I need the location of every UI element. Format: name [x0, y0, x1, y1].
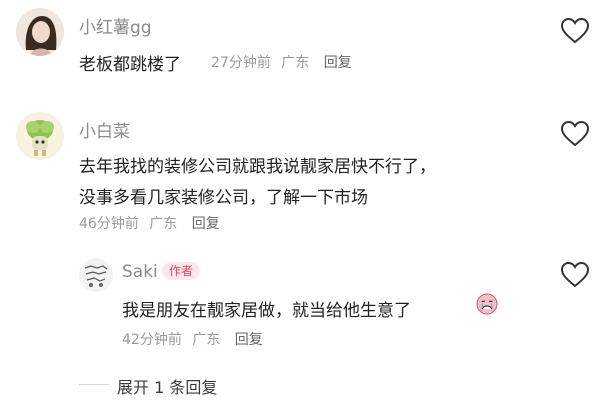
sketch-doodle-avatar-icon: [79, 258, 113, 292]
comment-text-line-2: 没事多看几家装修公司，了解一下市场: [79, 188, 368, 208]
cabbage-cartoon-avatar-icon: [16, 112, 64, 160]
comment-time: 27分钟前: [211, 55, 271, 71]
comment-location: 广东: [281, 55, 310, 71]
comment-text-line-1: 去年我找的装修公司就跟我说靓家居快不行了，: [79, 157, 436, 177]
like-heart-icon[interactable]: [561, 18, 589, 44]
comment-username[interactable]: 小白菜: [79, 117, 130, 142]
like-heart-icon[interactable]: [561, 262, 589, 288]
crying-face-emoji-icon: [476, 293, 498, 315]
reply-button[interactable]: 回复: [324, 55, 352, 71]
comment-meta: 46分钟前 广东 回复: [79, 213, 220, 233]
comment-time: 46分钟前: [79, 216, 139, 232]
avatar[interactable]: [16, 8, 64, 56]
reply-button[interactable]: 回复: [192, 216, 220, 232]
avatar[interactable]: [16, 112, 64, 160]
reply-button[interactable]: 回复: [235, 332, 263, 348]
comment-location: 广东: [149, 216, 178, 232]
like-heart-icon[interactable]: [561, 121, 589, 147]
reply-location: 广东: [192, 332, 221, 348]
reply-time: 42分钟前: [122, 332, 182, 348]
comment-text: 老板都跳楼了: [79, 55, 181, 75]
author-badge: 作者: [162, 262, 201, 280]
reply-text: 我是朋友在靓家居做，就当给他生意了: [122, 296, 411, 321]
reply-meta: 42分钟前 广东 回复: [122, 329, 263, 349]
expand-replies-link[interactable]: 展开 1 条回复: [117, 374, 217, 398]
woman-portrait-avatar-icon: [16, 8, 64, 56]
avatar[interactable]: [79, 258, 113, 292]
comment-meta: 27分钟前 广东 回复: [211, 52, 352, 72]
reply-text-content: 我是朋友在靓家居做，就当给他生意了: [122, 301, 411, 321]
expand-divider: [79, 384, 109, 385]
reply-username[interactable]: Saki: [122, 262, 158, 282]
comment-username[interactable]: 小红薯gg: [79, 13, 152, 38]
